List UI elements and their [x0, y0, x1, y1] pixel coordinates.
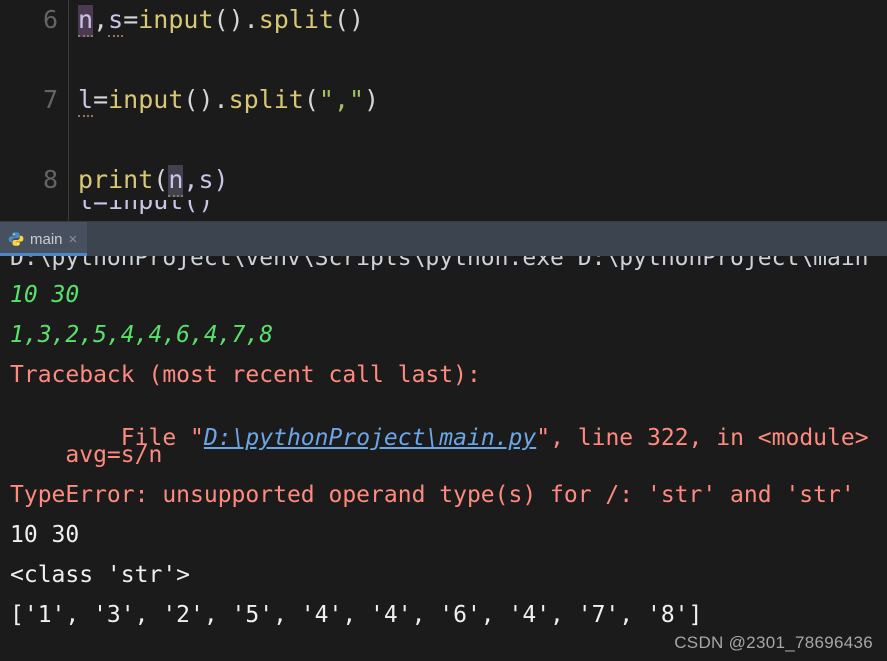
console-stdout-line: ['1', '3', '2', '5', '4', '4', '6', '4',…	[10, 602, 703, 628]
line-number: 7	[42, 85, 58, 114]
console-traceback-header: Traceback (most recent call last):	[10, 362, 481, 388]
token-assign: =	[93, 85, 109, 114]
console-input-echo: 10 30	[10, 282, 80, 308]
token-function-split: split	[228, 85, 304, 114]
token-identifier-s: s	[108, 5, 124, 37]
token-parens: ()	[213, 5, 244, 34]
run-tool-window: main × D:\pythonProject\venv\Scripts\pyt…	[0, 222, 887, 661]
token-identifier-n: n	[168, 165, 184, 197]
code-line[interactable]: 7 l=input().split(",")	[0, 80, 887, 120]
code-line-content[interactable]: l=input().split(",")	[78, 80, 379, 120]
traceback-file-suffix: ", line 322, in <module>	[536, 425, 869, 451]
console-output[interactable]: D:\pythonProject\venv\Scripts\python.exe…	[0, 256, 887, 661]
gutter-separator	[68, 0, 69, 222]
traceback-file-link[interactable]: D:\pythonProject\main.py	[204, 425, 536, 451]
token-assign: =	[123, 5, 139, 34]
token-args-rest: ,s)	[183, 165, 229, 194]
code-line[interactable]: 8 print(n,s)	[0, 160, 887, 200]
console-traceback-source: avg=s/n	[10, 442, 163, 468]
token-parens: ()	[183, 85, 214, 114]
console-error-message: TypeError: unsupported operand type(s) f…	[10, 482, 855, 508]
token-identifier-n: n	[78, 5, 94, 37]
token-parens: ()	[333, 5, 365, 34]
run-tab-bar[interactable]: main ×	[0, 222, 887, 256]
token-function-print: print	[78, 165, 154, 194]
close-icon[interactable]: ×	[69, 232, 78, 247]
token-dot: .	[243, 5, 259, 34]
csdn-watermark: CSDN @2301_78696436	[674, 633, 873, 652]
console-stdout-line: <class 'str'>	[10, 562, 191, 588]
token-function-input: input	[138, 5, 214, 34]
token-paren-open: (	[303, 85, 319, 114]
token-comma: ,	[93, 5, 109, 34]
token-dot: .	[213, 85, 229, 114]
token-identifier-l: l	[78, 85, 94, 117]
code-line-content: l=input()	[78, 200, 214, 215]
console-command-line: D:\pythonProject\venv\Scripts\python.exe…	[10, 256, 869, 271]
code-line-content[interactable]: print(n,s)	[78, 160, 229, 200]
token-string: ","	[318, 85, 365, 114]
console-stdout-line: 10 30	[10, 522, 80, 548]
token-function-input: input	[108, 85, 184, 114]
token-paren-close: )	[364, 85, 380, 114]
run-tab-label: main	[30, 230, 63, 248]
console-input-echo: 1,3,2,5,4,4,6,4,7,8	[10, 322, 274, 348]
code-line-content[interactable]: n,s=input().split()	[78, 0, 364, 40]
run-tab-main[interactable]: main ×	[0, 222, 88, 256]
code-editor-pane[interactable]: 6 n,s=input().split() 7 l=input().split(…	[0, 0, 887, 222]
code-line[interactable]: 6 n,s=input().split()	[0, 0, 887, 40]
token-paren-open: (	[153, 165, 169, 194]
token-function-split: split	[258, 5, 334, 34]
code-line-clipped[interactable]: l=input()	[0, 200, 887, 222]
line-number: 8	[42, 165, 58, 194]
line-number: 6	[42, 5, 58, 34]
python-icon	[8, 231, 24, 247]
